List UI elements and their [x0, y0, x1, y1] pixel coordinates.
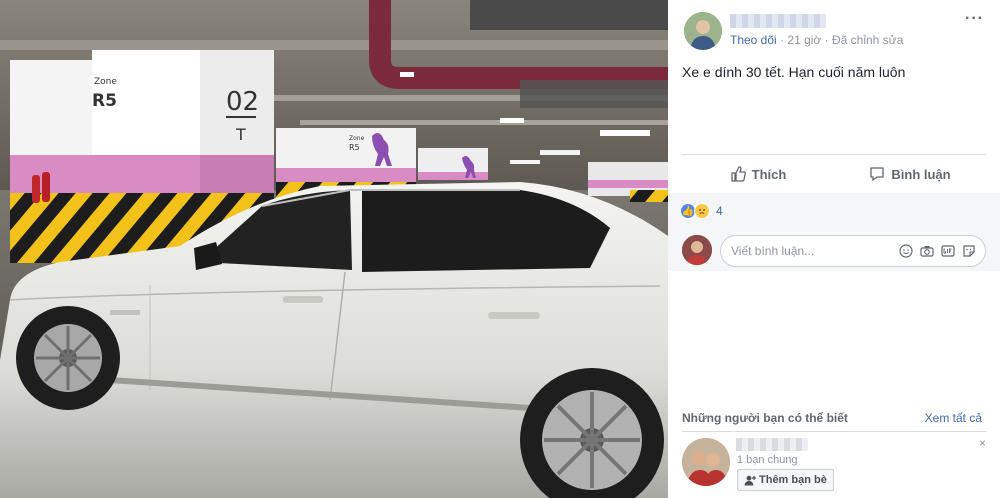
- author-avatar[interactable]: [684, 12, 722, 50]
- meta-separator: ·: [824, 33, 829, 47]
- see-all-link[interactable]: Xem tất cả: [925, 411, 982, 425]
- pymk-heading: Những người bạn có thể biết: [682, 411, 848, 425]
- edited-label[interactable]: Đã chỉnh sửa: [832, 33, 903, 47]
- comment-placeholder: Viết bình luận...: [731, 244, 815, 258]
- comment-button[interactable]: Bình luận: [834, 160, 986, 188]
- pillar-letter-text: T: [235, 125, 246, 144]
- camera-icon[interactable]: [919, 243, 935, 259]
- reactions-bar: 👍 4: [668, 193, 1000, 229]
- zone-code-text: R5: [92, 91, 117, 111]
- post-time[interactable]: 21 giờ: [787, 33, 821, 47]
- divider: [682, 154, 986, 155]
- comment-bubble-icon: [870, 167, 885, 182]
- post-text: Xe e dính 30 tết. Hạn cuối năm luôn: [682, 64, 906, 80]
- suggested-friend-name-blurred[interactable]: [736, 438, 808, 451]
- divider: [682, 431, 986, 432]
- zone-word-text: Zone: [94, 77, 117, 87]
- viewer-avatar: [682, 235, 712, 265]
- like-button[interactable]: Thích: [682, 160, 834, 188]
- sticker-icon[interactable]: [961, 243, 977, 259]
- dismiss-suggestion-icon[interactable]: ×: [979, 436, 986, 450]
- author-name-blurred[interactable]: [730, 14, 826, 28]
- add-friend-label: Thêm bạn bè: [759, 474, 827, 486]
- gif-icon[interactable]: [940, 243, 956, 259]
- reaction-summary[interactable]: 👍 4: [680, 203, 723, 219]
- comment-composer: Viết bình luận...: [668, 229, 1000, 271]
- mutual-friends[interactable]: 1 bạn chung: [737, 454, 798, 466]
- parking-garage-photo: Zone R5 02 T Zone R5: [0, 0, 668, 498]
- comment-input[interactable]: Viết bình luận...: [720, 235, 986, 267]
- post-actions: Thích Bình luận: [682, 160, 986, 188]
- comment-tools: [898, 243, 977, 259]
- zone-code-text-2: R5: [349, 143, 360, 152]
- meta-separator: ·: [780, 33, 785, 47]
- reaction-count[interactable]: 4: [716, 204, 723, 218]
- post-meta: Theo dõi · 21 giờ · Đã chỉnh sửa: [730, 33, 903, 47]
- suggested-friend-avatar[interactable]: [682, 438, 730, 486]
- zone-word-text-2: Zone: [349, 135, 365, 142]
- comment-label: Bình luận: [891, 166, 951, 182]
- pillar-number-text: 02: [226, 87, 259, 117]
- sad-reaction-icon: [694, 203, 710, 219]
- thumbs-up-icon: [731, 166, 746, 182]
- more-options-icon[interactable]: ···: [965, 11, 984, 27]
- add-friend-icon: [744, 475, 756, 485]
- post-photo[interactable]: Zone R5 02 T Zone R5: [0, 0, 668, 498]
- post-side-panel: Theo dõi · 21 giờ · Đã chỉnh sửa ··· Xe …: [668, 0, 1000, 498]
- add-friend-button[interactable]: Thêm bạn bè: [737, 469, 834, 491]
- emoji-icon[interactable]: [898, 243, 914, 259]
- like-label: Thích: [751, 166, 787, 182]
- follow-link[interactable]: Theo dõi: [730, 33, 777, 47]
